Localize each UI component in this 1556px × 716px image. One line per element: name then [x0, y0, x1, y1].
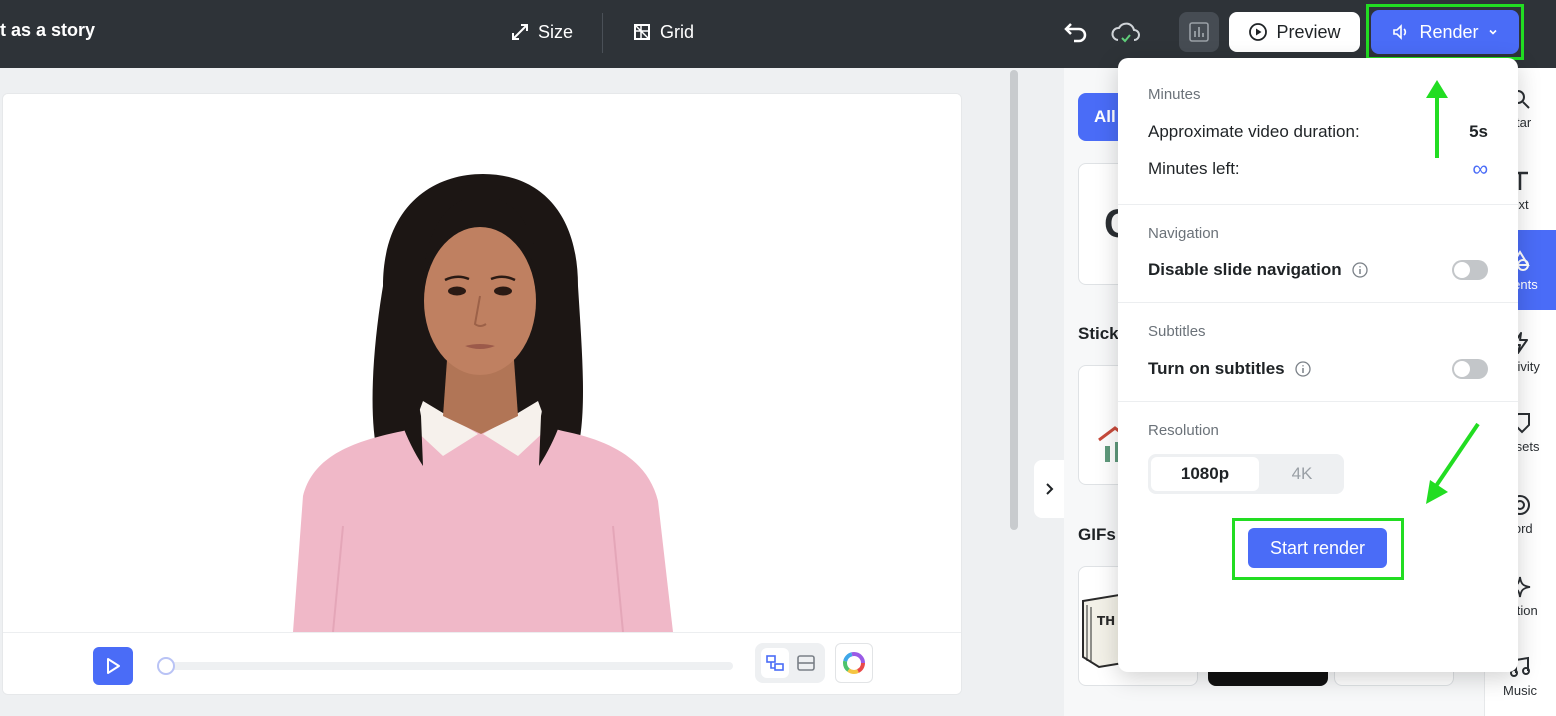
play-icon	[107, 658, 120, 674]
resolution-option-1080p[interactable]: 1080p	[1151, 457, 1259, 491]
bar-chart-icon	[1189, 22, 1209, 42]
grid-label: Grid	[660, 21, 695, 42]
undo-icon	[1064, 23, 1087, 43]
layout-stack-option[interactable]	[792, 648, 820, 678]
disable-navigation-row: Disable slide navigation	[1148, 260, 1368, 280]
info-icon[interactable]	[1352, 262, 1368, 278]
sidebar-item-label: Music	[1503, 682, 1537, 698]
resolution-switch: 1080p 4K	[1148, 454, 1344, 494]
canvas-scrollbar[interactable]	[1010, 70, 1018, 530]
project-title[interactable]: t as a story	[0, 20, 95, 41]
annotation-arrow-down	[1426, 422, 1480, 504]
color-wheel-icon	[843, 652, 865, 674]
split-layout-icon	[765, 655, 784, 671]
size-label: Size	[538, 21, 574, 42]
subtitles-toggle[interactable]	[1452, 359, 1488, 379]
subtitles-label: Turn on subtitles	[1148, 359, 1285, 378]
start-render-highlight	[1232, 518, 1404, 580]
svg-text:TH: TH	[1097, 614, 1115, 628]
preview-button[interactable]: Preview	[1229, 12, 1360, 52]
cloud-save-button[interactable]	[1110, 18, 1142, 46]
grid-button[interactable]: Grid	[632, 18, 694, 46]
navigation-title: Navigation	[1148, 225, 1219, 242]
timeline-track[interactable]	[165, 662, 733, 670]
slide-canvas	[2, 93, 962, 695]
minutes-title: Minutes	[1148, 86, 1201, 103]
chevron-right-icon	[1046, 483, 1054, 495]
resize-icon	[512, 24, 528, 40]
cloud-check-icon	[1111, 22, 1140, 43]
play-button[interactable]	[93, 647, 133, 685]
player-bar	[3, 632, 961, 694]
subtitles-title: Subtitles	[1148, 323, 1206, 340]
grid-icon	[634, 24, 650, 40]
stickers-heading: Stick	[1078, 324, 1119, 343]
stack-layout-icon	[796, 655, 815, 671]
layout-split-option[interactable]	[760, 648, 789, 678]
layout-toggle[interactable]	[755, 643, 825, 683]
play-circle-icon	[1249, 23, 1268, 41]
resolution-title: Resolution	[1148, 422, 1219, 439]
infinity-icon: ∞	[1472, 156, 1488, 181]
disable-navigation-label: Disable slide navigation	[1148, 260, 1342, 279]
collapse-panel-button[interactable]	[1034, 460, 1064, 518]
undo-button[interactable]	[1062, 18, 1090, 46]
timeline-handle[interactable]	[157, 657, 175, 675]
toolbar-divider	[602, 13, 603, 53]
resolution-option-4k[interactable]: 4K	[1272, 457, 1332, 491]
subtitles-row: Turn on subtitles	[1148, 359, 1311, 379]
annotation-arrow-up	[1426, 80, 1448, 158]
slide-stage[interactable]	[3, 94, 961, 632]
size-button[interactable]: Size	[510, 18, 573, 46]
info-icon[interactable]	[1294, 361, 1311, 377]
subtitles-section: Subtitles Turn on subtitles	[1118, 303, 1518, 402]
minutes-left-label: Minutes left:	[1148, 159, 1240, 178]
minutes-section: Minutes Approximate video duration: 5s M…	[1118, 58, 1518, 205]
preview-label: Preview	[1276, 21, 1341, 42]
toggle-knob	[1454, 361, 1470, 377]
navigation-section: Navigation Disable slide navigation	[1118, 205, 1518, 303]
render-button-highlight	[1366, 4, 1524, 60]
disable-navigation-toggle[interactable]	[1452, 260, 1488, 280]
toggle-knob	[1454, 262, 1470, 278]
analytics-button[interactable]	[1179, 12, 1219, 52]
gifs-heading: GIFs	[1078, 525, 1116, 544]
color-picker-button[interactable]	[835, 643, 873, 683]
avatar-image[interactable]	[273, 166, 683, 632]
duration-label: Approximate video duration:	[1148, 122, 1360, 141]
duration-value: 5s	[1469, 122, 1488, 141]
